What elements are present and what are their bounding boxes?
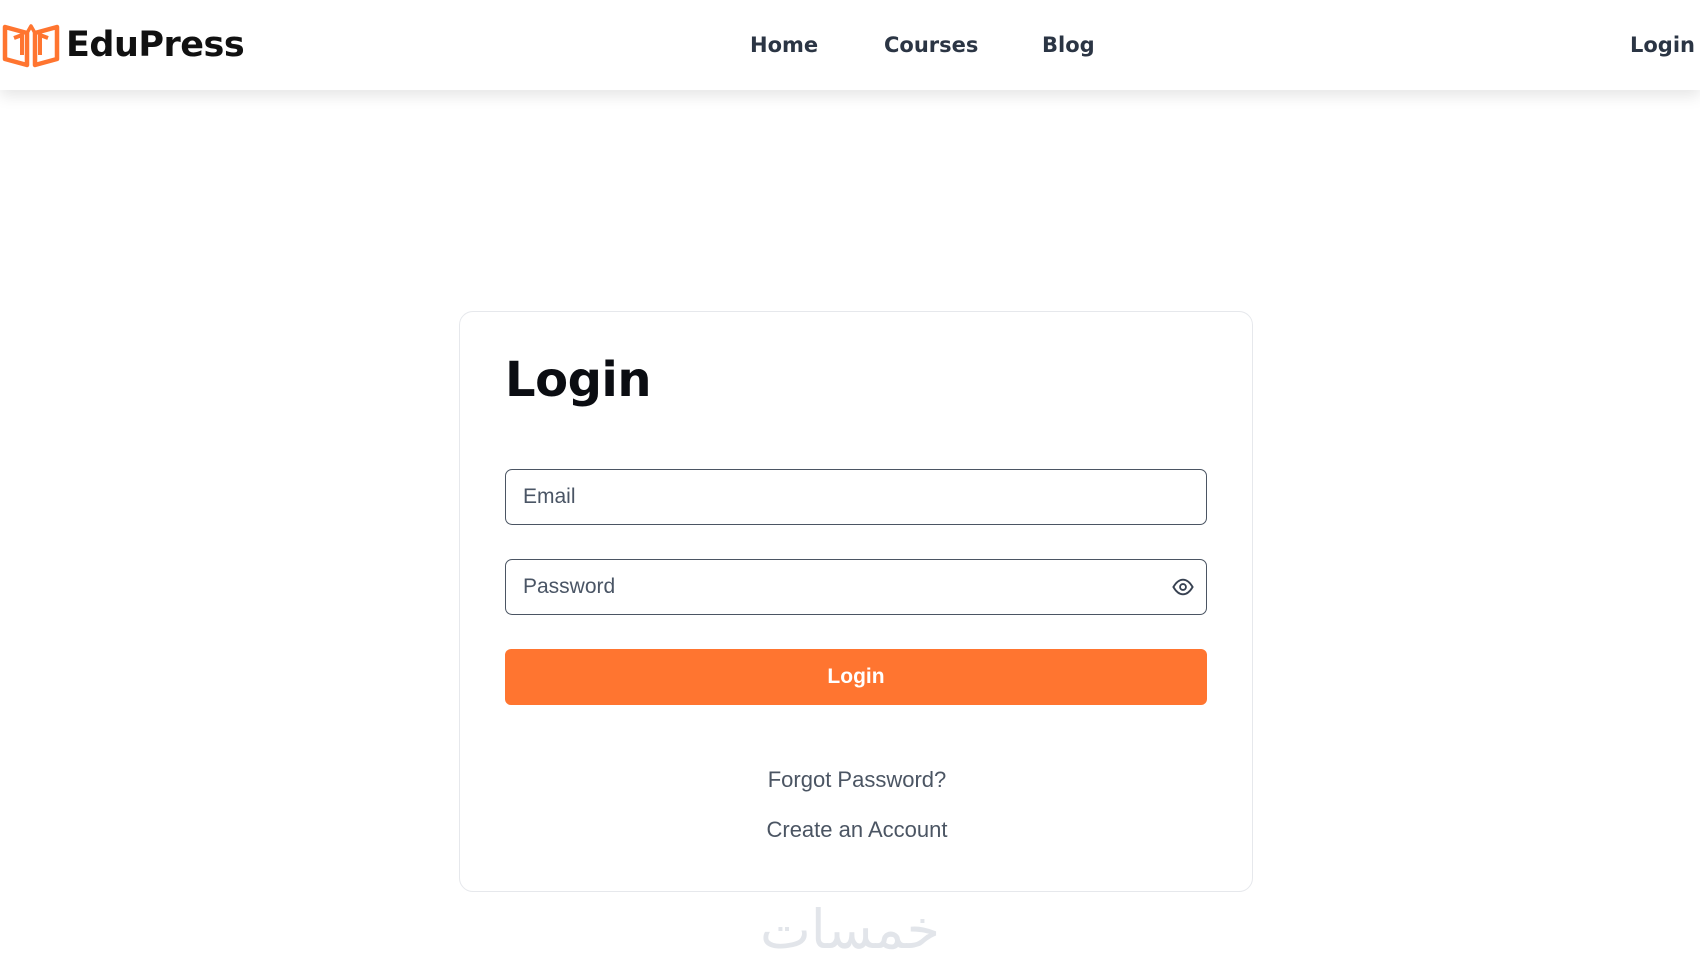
brand-logo[interactable]: EduPress	[2, 22, 245, 68]
nav-login-link[interactable]: Login	[1630, 30, 1695, 60]
login-title: Login	[505, 352, 652, 408]
email-field	[505, 469, 1207, 525]
create-account-link[interactable]: Create an Account	[460, 817, 1254, 843]
navbar: EduPress Home Courses Blog Login	[0, 0, 1700, 90]
eye-icon[interactable]	[1172, 577, 1194, 597]
password-input[interactable]	[506, 560, 1206, 614]
login-card: Login Login Forgot Password? Create an A…	[459, 311, 1253, 892]
login-submit-button[interactable]: Login	[505, 649, 1207, 705]
email-input[interactable]	[506, 470, 1206, 524]
watermark: خمسات	[759, 900, 941, 960]
nav-courses-link[interactable]: Courses	[884, 30, 978, 60]
open-book-icon	[2, 24, 60, 68]
password-field	[505, 559, 1207, 615]
forgot-password-link[interactable]: Forgot Password?	[460, 767, 1254, 793]
nav-home-link[interactable]: Home	[750, 30, 818, 60]
nav-blog-link[interactable]: Blog	[1042, 30, 1095, 60]
brand-name: EduPress	[66, 25, 245, 65]
